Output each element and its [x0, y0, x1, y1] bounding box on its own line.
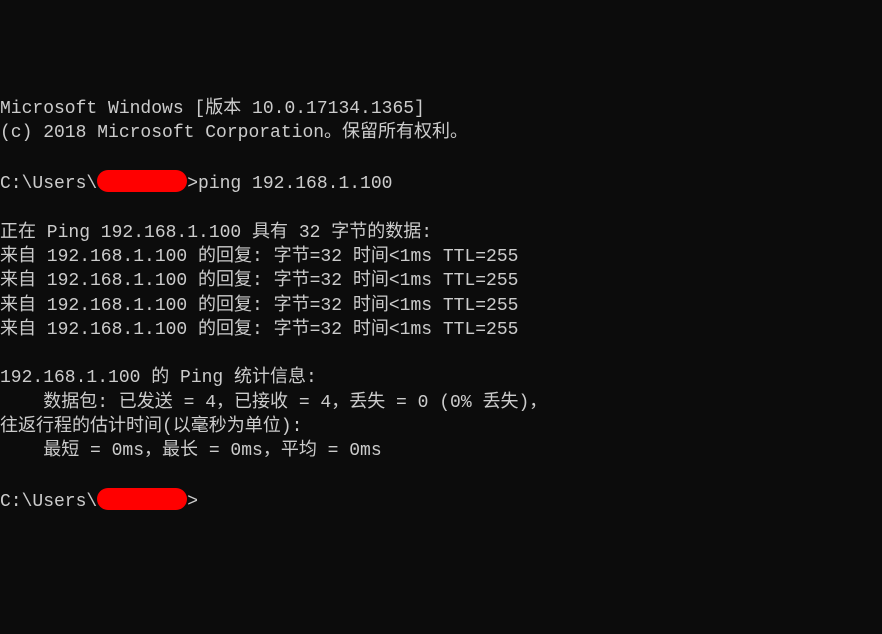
blank-line	[0, 464, 882, 488]
terminal[interactable]: Microsoft Windows [版本 10.0.17134.1365](c…	[0, 97, 882, 514]
ping-stats-packets: 数据包: 已发送 = 4，已接收 = 4，丢失 = 0 (0% 丢失)，	[0, 391, 882, 415]
version-line: Microsoft Windows [版本 10.0.17134.1365]	[0, 97, 882, 121]
prompt-prefix: C:\Users\	[0, 492, 97, 512]
copyright-line: (c) 2018 Microsoft Corporation。保留所有权利。	[0, 121, 882, 145]
prompt-line-2: C:\Users\ >	[0, 488, 882, 514]
prompt-line-1: C:\Users\ >ping 192.168.1.100	[0, 170, 882, 196]
ping-reply: 来自 192.168.1.100 的回复: 字节=32 时间<1ms TTL=2…	[0, 294, 882, 318]
prompt-prefix: C:\Users\	[0, 174, 97, 194]
ping-reply: 来自 192.168.1.100 的回复: 字节=32 时间<1ms TTL=2…	[0, 269, 882, 293]
ping-rt-header: 往返行程的估计时间(以毫秒为单位):	[0, 415, 882, 439]
ping-rt-values: 最短 = 0ms，最长 = 0ms，平均 = 0ms	[0, 439, 882, 463]
ping-stats-header: 192.168.1.100 的 Ping 统计信息:	[0, 366, 882, 390]
command-text: ping 192.168.1.100	[198, 174, 392, 194]
redacted-username	[97, 170, 187, 192]
ping-start: 正在 Ping 192.168.1.100 具有 32 字节的数据:	[0, 221, 882, 245]
ping-reply: 来自 192.168.1.100 的回复: 字节=32 时间<1ms TTL=2…	[0, 318, 882, 342]
prompt-suffix: >	[187, 174, 198, 194]
blank-line	[0, 146, 882, 170]
blank-line	[0, 196, 882, 220]
prompt-suffix: >	[187, 492, 198, 512]
ping-reply: 来自 192.168.1.100 的回复: 字节=32 时间<1ms TTL=2…	[0, 245, 882, 269]
blank-line	[0, 342, 882, 366]
redacted-username	[97, 488, 187, 510]
